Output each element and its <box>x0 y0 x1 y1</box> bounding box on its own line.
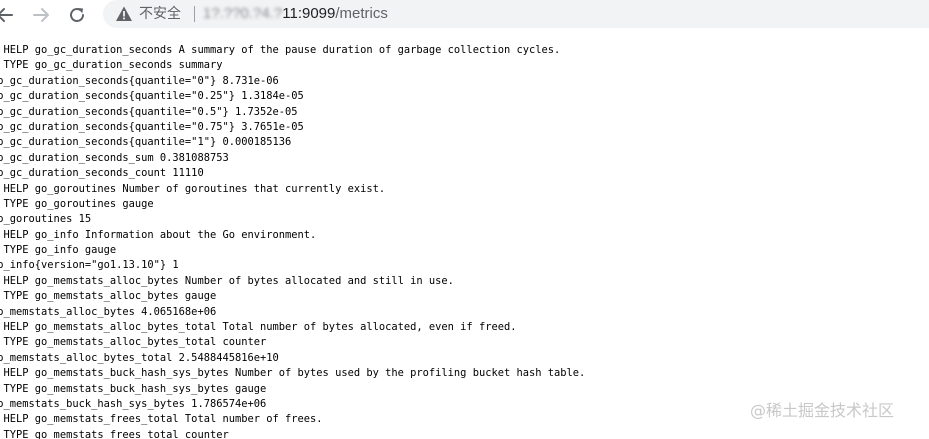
metrics-line: # TYPE go_info gauge <box>0 244 117 257</box>
forward-arrow-icon[interactable] <box>30 4 52 26</box>
metrics-line: go_goroutines 15 <box>0 213 92 226</box>
warning-triangle-icon[interactable] <box>115 5 133 23</box>
address-bar[interactable]: 不安全 1?.??0.?4.?11:9099/metrics <box>103 0 929 28</box>
metrics-line: # TYPE go_gc_duration_seconds summary <box>0 59 223 72</box>
metrics-line: # TYPE go_memstats_alloc_bytes_total cou… <box>0 336 267 349</box>
url-host-obscured: 1?.??0.?4.? <box>203 5 283 22</box>
metrics-line: # TYPE go_memstats_alloc_bytes gauge <box>0 290 217 303</box>
metrics-line: go_memstats_alloc_bytes_total 2.54884458… <box>0 351 279 364</box>
metrics-line: go_gc_duration_seconds_count 11110 <box>0 167 204 180</box>
metrics-line: # HELP go_goroutines Number of goroutine… <box>0 182 386 195</box>
metrics-line: go_memstats_buck_hash_sys_bytes 1.786574… <box>0 397 267 410</box>
metrics-line: go_gc_duration_seconds{quantile="0"} 8.7… <box>0 74 279 87</box>
metrics-line: # HELP go_memstats_alloc_bytes Number of… <box>0 274 454 287</box>
metrics-line: go_gc_duration_seconds{quantile="0.5"} 1… <box>0 105 298 118</box>
metrics-line: go_gc_duration_seconds_sum 0.381088753 <box>0 151 229 164</box>
metrics-text: # HELP go_gc_duration_seconds A summary … <box>0 43 585 439</box>
security-label[interactable]: 不安全 <box>139 6 181 22</box>
metrics-line: # TYPE go_memstats_buck_hash_sys_bytes g… <box>0 382 267 395</box>
back-arrow-icon[interactable] <box>0 4 16 26</box>
url-path: /metrics <box>335 5 388 22</box>
metrics-line: go_gc_duration_seconds{quantile="0.75"} … <box>0 120 304 133</box>
metrics-line: # TYPE go_goroutines gauge <box>0 197 154 210</box>
metrics-line: # HELP go_memstats_frees_total Total num… <box>0 413 323 426</box>
metrics-line: # HELP go_memstats_buck_hash_sys_bytes N… <box>0 367 586 380</box>
metrics-line: # HELP go_info Information about the Go … <box>0 228 317 241</box>
metrics-line: go_memstats_alloc_bytes 4.065168e+06 <box>0 305 217 318</box>
url-host-visible: 11:9099 <box>282 5 336 22</box>
metrics-line: # HELP go_memstats_alloc_bytes_total Tot… <box>0 321 517 334</box>
address-separator <box>194 6 195 22</box>
metrics-line: go_gc_duration_seconds{quantile="1"} 0.0… <box>0 136 292 149</box>
metrics-line: # TYPE go_memstats_frees_total counter <box>0 428 229 439</box>
url-text[interactable]: 1?.??0.?4.?11:9099/metrics <box>203 5 388 23</box>
browser-toolbar: 不安全 1?.??0.?4.?11:9099/metrics <box>0 0 929 30</box>
metrics-line: go_gc_duration_seconds{quantile="0.25"} … <box>0 90 304 103</box>
watermark: @稀土掘金技术社区 <box>750 401 895 420</box>
reload-icon[interactable] <box>66 4 88 26</box>
metrics-line: # HELP go_gc_duration_seconds A summary … <box>0 44 561 56</box>
metrics-line: go_info{version="go1.13.10"} 1 <box>0 259 179 272</box>
